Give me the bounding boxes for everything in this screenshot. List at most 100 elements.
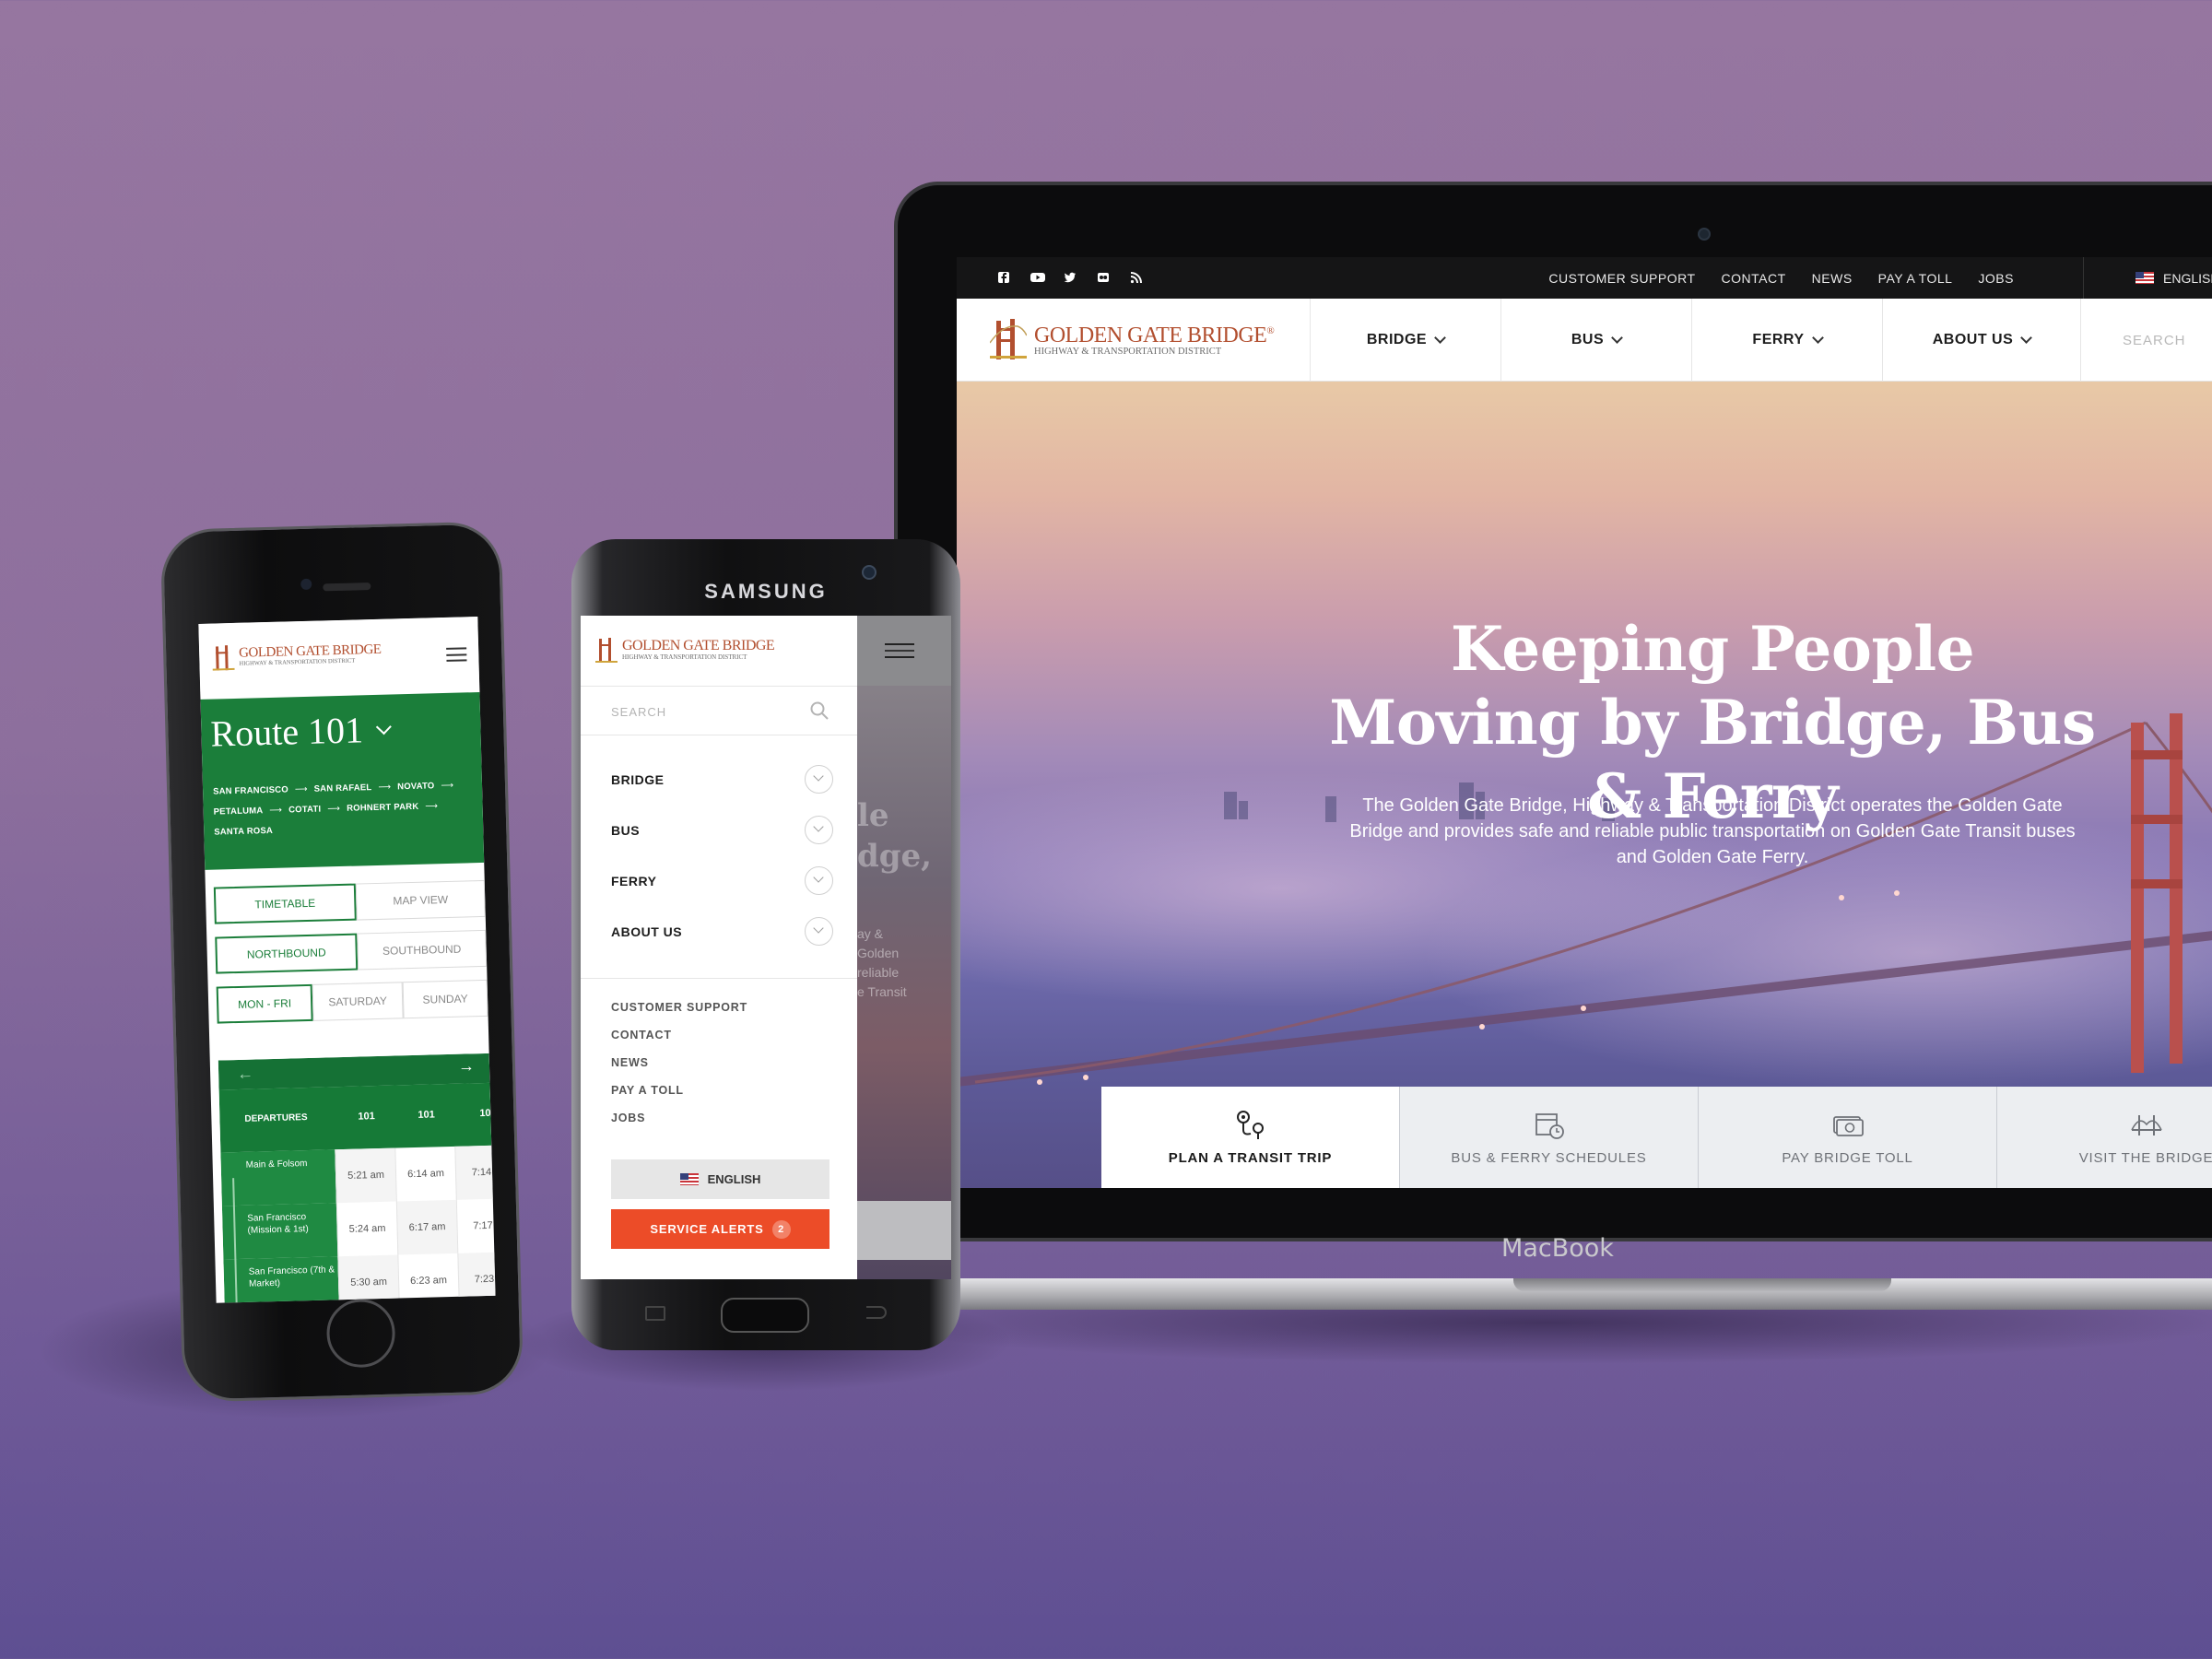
route-title-text: Route 101 (209, 709, 364, 755)
tab-timetable[interactable]: TIMETABLE (213, 883, 357, 924)
tab-northbound[interactable]: NORTHBOUND (215, 933, 359, 974)
plan-transit-trip-button[interactable]: PLAN A TRANSIT TRIP (1101, 1087, 1400, 1188)
us-flag-icon (679, 1173, 699, 1185)
recent-apps-icon[interactable] (645, 1306, 665, 1321)
nav-bus[interactable]: BUS (1500, 299, 1691, 382)
utility-links: CUSTOMER SUPPORT CONTACT NEWS PAY A TOLL… (1548, 257, 2014, 299)
day-toggle: MON - FRI SATURDAY SUNDAY (216, 979, 488, 1024)
tab-map-view[interactable]: MAP VIEW (355, 879, 486, 921)
tab-mon-fri[interactable]: MON - FRI (216, 983, 313, 1024)
hamburger-menu-icon[interactable] (446, 647, 467, 662)
route-header: Route 101 SAN FRANCISCO ⟶ SAN RAFAEL ⟶ NOVAT… (200, 691, 485, 870)
prev-arrow-icon[interactable]: ← (237, 1065, 254, 1084)
stop-cell: San Francisco (7th & Market) (223, 1256, 339, 1303)
pay-bridge-toll-button[interactable]: PAY BRIDGE TOLL (1699, 1087, 1997, 1188)
behind-text-line: le (857, 797, 889, 834)
search-input[interactable]: SEARCH (2080, 299, 2212, 382)
iphone-device: GOLDEN GATE BRIDGE HIGHWAY & TRANSPORTAT… (159, 521, 524, 1403)
bridge-tower-logo-icon (212, 645, 235, 671)
behind-text-line: ay & (857, 926, 884, 941)
macbook-laptop: CUSTOMER SUPPORT CONTACT NEWS PAY A TOLL… (894, 182, 2212, 1324)
menu-search-field[interactable]: SEARCH (581, 686, 857, 735)
pay-bridge-toll-label: PAY BRIDGE TOLL (1782, 1149, 1913, 1166)
news-link[interactable]: NEWS (1812, 271, 1853, 286)
visit-bridge-button[interactable]: VISIT THE BRIDGE (1997, 1087, 2212, 1188)
direction-toggle: NORTHBOUND SOUTHBOUND (215, 929, 488, 974)
tab-southbound[interactable]: SOUTHBOUND (357, 929, 488, 971)
service-alerts-button[interactable]: SERVICE ALERTS 2 (611, 1209, 830, 1249)
chevron-down-icon[interactable] (805, 765, 833, 794)
behind-text-line: e Transit (857, 984, 907, 999)
menu-divider (581, 978, 857, 979)
route-title[interactable]: Route 101 (209, 708, 392, 756)
stop-cell: San Francisco (Mission & 1st) (221, 1203, 338, 1260)
nav-ferry[interactable]: FERRY (1691, 299, 1882, 382)
chevron-down-icon (1611, 332, 1624, 344)
youtube-icon[interactable] (1030, 271, 1045, 284)
tab-sunday[interactable]: SUNDAY (402, 979, 488, 1019)
service-alerts-label: SERVICE ALERTS (650, 1222, 764, 1236)
behind-quick-link (857, 1201, 951, 1260)
hamburger-menu-icon[interactable] (885, 643, 914, 658)
search-input[interactable]: SEARCH (611, 705, 666, 719)
twitter-icon[interactable] (1064, 271, 1077, 284)
contact-link[interactable]: CONTACT (1722, 271, 1786, 286)
site-logo[interactable]: GOLDEN GATE BRIDGE® HIGHWAY & TRANSPORTA… (990, 315, 1275, 361)
time-cell: 7:17 a (455, 1198, 496, 1253)
nav-bridge[interactable]: BRIDGE (1310, 299, 1500, 382)
bus-ferry-schedules-button[interactable]: BUS & FERRY SCHEDULES (1400, 1087, 1699, 1188)
timetable: ← → DEPARTURES 101 101 101 Main & Folsom… (218, 1053, 496, 1303)
chevron-down-icon[interactable] (805, 816, 833, 844)
iphone-screen: GOLDEN GATE BRIDGE HIGHWAY & TRANSPORTAT… (198, 617, 496, 1303)
next-arrow-icon[interactable]: → (458, 1056, 476, 1076)
tab-saturday[interactable]: SATURDAY (312, 982, 404, 1021)
chevron-down-icon (1811, 332, 1824, 344)
language-selector[interactable]: ENGLISH (2083, 257, 2212, 299)
submenu-contact[interactable]: CONTACT (611, 1029, 672, 1041)
submenu-customer-support[interactable]: CUSTOMER SUPPORT (611, 1001, 747, 1014)
logo-subtitle: HIGHWAY & TRANSPORTATION DISTRICT (1034, 346, 1222, 357)
route-column-header: 101 (358, 1111, 375, 1123)
bridge-icon (2130, 1114, 2162, 1135)
bridge-tower-logo-icon (990, 319, 1027, 359)
hero-banner: Keeping People Moving by Bridge, Bus & F… (957, 382, 2212, 1188)
pay-a-toll-link[interactable]: PAY A TOLL (1878, 271, 1953, 286)
samsung-camera (862, 565, 877, 580)
submenu-jobs[interactable]: JOBS (611, 1112, 645, 1124)
rss-icon[interactable] (1130, 271, 1143, 284)
route-column-header: 101 (418, 1109, 435, 1121)
facebook-icon[interactable] (997, 271, 1010, 284)
time-cell: 5:21 am (335, 1147, 396, 1204)
menu-logo[interactable]: GOLDEN GATE BRIDGE HIGHWAY & TRANSPORTAT… (595, 636, 775, 664)
time-cell: 5:30 am (337, 1254, 399, 1303)
visit-bridge-label: VISIT THE BRIDGE (2078, 1149, 2212, 1166)
language-label: ENGLISH (2163, 270, 2212, 286)
timetable-header: DEPARTURES 101 101 101 (218, 1082, 496, 1153)
quick-links-bar: PLAN A TRANSIT TRIP BUS & FERRY SCHEDULE… (1101, 1087, 2212, 1188)
submenu-pay-a-toll[interactable]: PAY A TOLL (611, 1084, 684, 1097)
laptop-screen: CUSTOMER SUPPORT CONTACT NEWS PAY A TOLL… (957, 257, 2212, 1188)
language-button[interactable]: ENGLISH (611, 1159, 830, 1199)
nav-ferry-label: FERRY (1752, 332, 1805, 347)
view-toggle: TIMETABLE MAP VIEW (213, 879, 486, 924)
back-icon[interactable] (866, 1306, 887, 1319)
customer-support-link[interactable]: CUSTOMER SUPPORT (1548, 271, 1695, 286)
chevron-down-icon (375, 719, 392, 735)
jobs-link[interactable]: JOBS (1978, 271, 2014, 286)
stop-name: PETALUMA (213, 806, 264, 818)
home-button[interactable] (721, 1298, 809, 1333)
nav-about-us-label: ABOUT US (1932, 332, 2014, 347)
nav-about-us[interactable]: ABOUT US (1882, 299, 2080, 382)
departures-header: DEPARTURES (244, 1112, 308, 1124)
stop-name: SANTA ROSA (214, 825, 274, 838)
mobile-logo-wordmark: GOLDEN GATE BRIDGE HIGHWAY & TRANSPORTAT… (239, 641, 382, 667)
bus-ferry-schedules-label: BUS & FERRY SCHEDULES (1451, 1149, 1647, 1166)
alerts-count-badge: 2 (771, 1219, 791, 1239)
submenu-news[interactable]: NEWS (611, 1056, 649, 1069)
search-icon[interactable] (809, 700, 830, 721)
chevron-down-icon[interactable] (805, 866, 833, 895)
mobile-logo[interactable]: GOLDEN GATE BRIDGE HIGHWAY & TRANSPORTAT… (212, 640, 382, 672)
flickr-icon[interactable] (1097, 271, 1110, 284)
stop-name: SAN RAFAEL (313, 782, 372, 794)
chevron-down-icon[interactable] (805, 917, 833, 946)
